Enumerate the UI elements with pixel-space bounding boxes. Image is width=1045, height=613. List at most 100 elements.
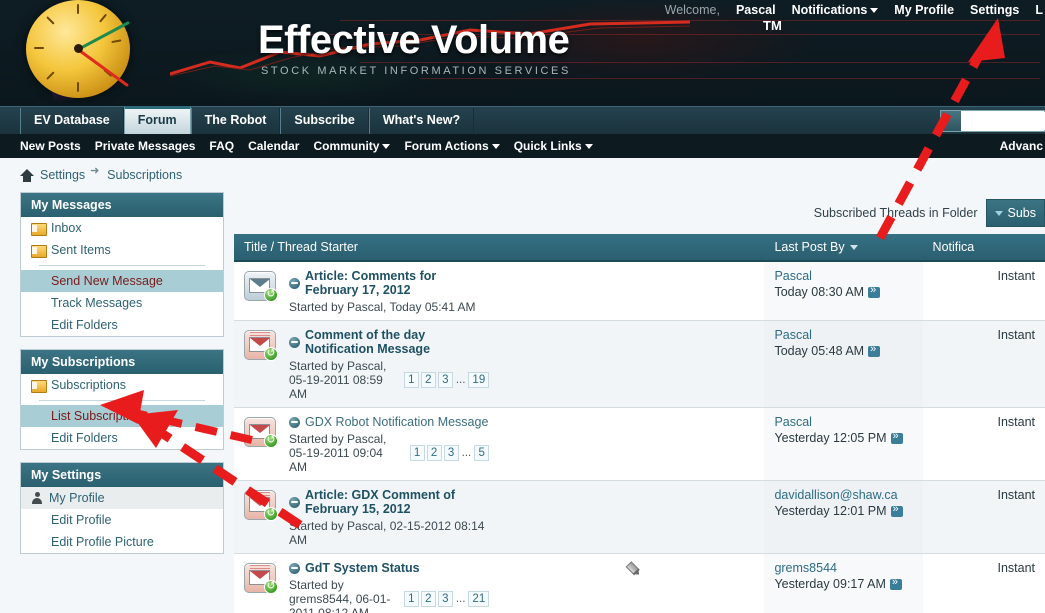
nav-forum-actions[interactable]: Forum Actions xyxy=(404,139,500,153)
sidebar: My Messages Inbox Sent Items Send New Me… xyxy=(20,192,224,613)
page-ellipsis: ... xyxy=(461,447,472,459)
subscribed-badge-icon xyxy=(264,506,278,521)
table-row: Article: GDX Comment of February 15, 201… xyxy=(234,480,1045,554)
sidebar-item-my-profile[interactable]: My Profile xyxy=(21,487,223,509)
thread-title-link[interactable]: Comment of the day Notification Message xyxy=(305,328,489,356)
sort-descending-icon xyxy=(849,245,858,251)
column-header-title[interactable]: Title / Thread Starter xyxy=(234,234,765,262)
chevron-down-icon xyxy=(870,8,879,14)
subscribed-badge-icon xyxy=(264,287,278,302)
page-link[interactable]: 1 xyxy=(403,372,419,388)
search-input[interactable] xyxy=(961,112,1045,130)
thread-message-icon xyxy=(244,328,280,362)
sidebar-divider xyxy=(39,400,205,401)
page-link[interactable]: 1 xyxy=(403,591,419,607)
my-profile-link[interactable]: My Profile xyxy=(894,3,954,17)
search-icon[interactable] xyxy=(941,111,961,131)
last-poster-link[interactable]: Pascal xyxy=(774,269,812,283)
sidebar-item-send-new-message[interactable]: Send New Message xyxy=(21,270,223,292)
sidebar-item-label: Subscriptions xyxy=(51,378,127,392)
thread-message-icon xyxy=(244,415,280,449)
column-header-notification-label: Notifica xyxy=(932,240,975,254)
sidebar-item-edit-folders-subscriptions[interactable]: Edit Folders xyxy=(21,427,223,449)
last-poster-link[interactable]: Pascal xyxy=(774,415,812,429)
brand-logo: Effective Volume TM STOCK MARKET INFORMA… xyxy=(258,18,782,77)
page-link[interactable]: 2 xyxy=(420,591,436,607)
last-poster-link[interactable]: grems8544 xyxy=(774,561,837,575)
page-links: 1 2 3... 21 xyxy=(403,591,490,607)
page-link-last[interactable]: 5 xyxy=(474,445,490,461)
page-link[interactable]: 1 xyxy=(409,445,425,461)
chevron-down-icon xyxy=(382,144,391,150)
settings-link[interactable]: Settings xyxy=(970,3,1019,17)
go-to-last-post-icon[interactable] xyxy=(890,430,903,444)
nav-calendar[interactable]: Calendar xyxy=(248,139,299,153)
page-link[interactable]: 2 xyxy=(426,445,442,461)
sidebar-item-list-subscriptions[interactable]: List Subscriptions xyxy=(21,405,223,427)
nav-faq[interactable]: FAQ xyxy=(209,139,234,153)
sidebar-item-edit-profile[interactable]: Edit Profile xyxy=(21,509,223,531)
cell-thread-title: Comment of the day Notification Message S… xyxy=(234,320,500,408)
page-body: Settings Subscriptions My Messages Inbox… xyxy=(0,158,1045,613)
pencil-icon[interactable] xyxy=(621,558,644,581)
thread-status-icon xyxy=(289,496,300,508)
sidebar-item-subscriptions[interactable]: Subscriptions xyxy=(21,374,223,396)
current-username-link[interactable]: Pascal xyxy=(736,3,776,17)
advanced-search-link[interactable]: Advanc xyxy=(1000,139,1043,153)
thread-title-link[interactable]: Article: Comments for February 17, 2012 xyxy=(305,269,489,297)
tab-whats-new[interactable]: What's New? xyxy=(368,108,475,134)
thread-title-link[interactable]: Article: GDX Comment of February 15, 201… xyxy=(305,488,489,516)
notifications-menu[interactable]: Notifications xyxy=(792,3,879,17)
sidebar-divider xyxy=(39,265,205,266)
table-body: Article: Comments for February 17, 2012 S… xyxy=(234,261,1045,613)
breadcrumb: Settings Subscriptions xyxy=(20,164,1045,182)
logout-link[interactable]: L xyxy=(1035,3,1043,17)
cell-last-post: grems8544 Yesterday 09:17 AM xyxy=(764,553,923,613)
last-poster-link[interactable]: davidallison@shaw.ca xyxy=(774,488,897,502)
go-to-last-post-icon[interactable] xyxy=(890,503,903,517)
folder-select-dropdown[interactable]: Subs xyxy=(985,199,1045,227)
sidebar-item-sent-items[interactable]: Sent Items xyxy=(21,239,223,261)
page-link[interactable]: 2 xyxy=(420,372,436,388)
last-post-date-text: Yesterday 12:01 PM xyxy=(774,504,887,518)
breadcrumb-subscriptions[interactable]: Subscriptions xyxy=(107,168,182,182)
column-header-last-post[interactable]: Last Post By xyxy=(764,234,923,262)
sidebar-item-edit-profile-picture[interactable]: Edit Profile Picture xyxy=(21,531,223,553)
cell-last-post: davidallison@shaw.ca Yesterday 12:01 PM xyxy=(764,480,923,554)
nav-new-posts[interactable]: New Posts xyxy=(20,139,81,153)
page-link[interactable]: 3 xyxy=(437,591,453,607)
tab-forum[interactable]: Forum xyxy=(123,106,191,134)
last-poster-link[interactable]: Pascal xyxy=(774,328,812,342)
cell-edit-icon xyxy=(499,480,765,554)
home-icon[interactable] xyxy=(20,168,34,182)
search-container[interactable] xyxy=(940,110,1045,132)
nav-community[interactable]: Community xyxy=(313,139,391,153)
tab-subscribe[interactable]: Subscribe xyxy=(280,108,369,134)
nav-private-messages[interactable]: Private Messages xyxy=(95,139,196,153)
breadcrumb-settings[interactable]: Settings xyxy=(40,168,85,182)
sidebar-list-my-messages: Inbox Sent Items Send New Message Track … xyxy=(21,217,223,336)
column-header-notification[interactable]: Notifica xyxy=(922,234,1045,262)
last-post-date-text: Today 05:48 AM xyxy=(774,344,865,358)
sidebar-item-edit-folders-messages[interactable]: Edit Folders xyxy=(21,314,223,336)
sidebar-item-inbox[interactable]: Inbox xyxy=(21,217,223,239)
thread-status-icon xyxy=(289,562,300,574)
tab-ev-database[interactable]: EV Database xyxy=(20,108,124,134)
secondary-nav-bar: New Posts Private Messages FAQ Calendar … xyxy=(0,134,1045,158)
go-to-last-post-icon[interactable] xyxy=(868,343,881,357)
page-link[interactable]: 3 xyxy=(437,372,453,388)
table-row: Comment of the day Notification Message S… xyxy=(234,320,1045,408)
page-link-last[interactable]: 21 xyxy=(468,591,490,607)
page-link-last[interactable]: 19 xyxy=(468,372,490,388)
tab-the-robot[interactable]: The Robot xyxy=(190,108,281,134)
thread-title-line: Article: GDX Comment of February 15, 201… xyxy=(289,488,489,516)
brand-subtitle: STOCK MARKET INFORMATION SERVICES xyxy=(261,65,571,77)
sidebar-item-track-messages[interactable]: Track Messages xyxy=(21,292,223,314)
thread-title-link[interactable]: GDX Robot Notification Message xyxy=(305,415,488,429)
thread-title-link[interactable]: GdT System Status xyxy=(305,561,420,575)
go-to-last-post-icon[interactable] xyxy=(868,284,881,298)
go-to-last-post-icon[interactable] xyxy=(889,576,902,590)
nav-quick-links[interactable]: Quick Links xyxy=(514,139,593,153)
page-links: 1 2 3... 5 xyxy=(409,445,490,461)
page-link[interactable]: 3 xyxy=(443,445,459,461)
